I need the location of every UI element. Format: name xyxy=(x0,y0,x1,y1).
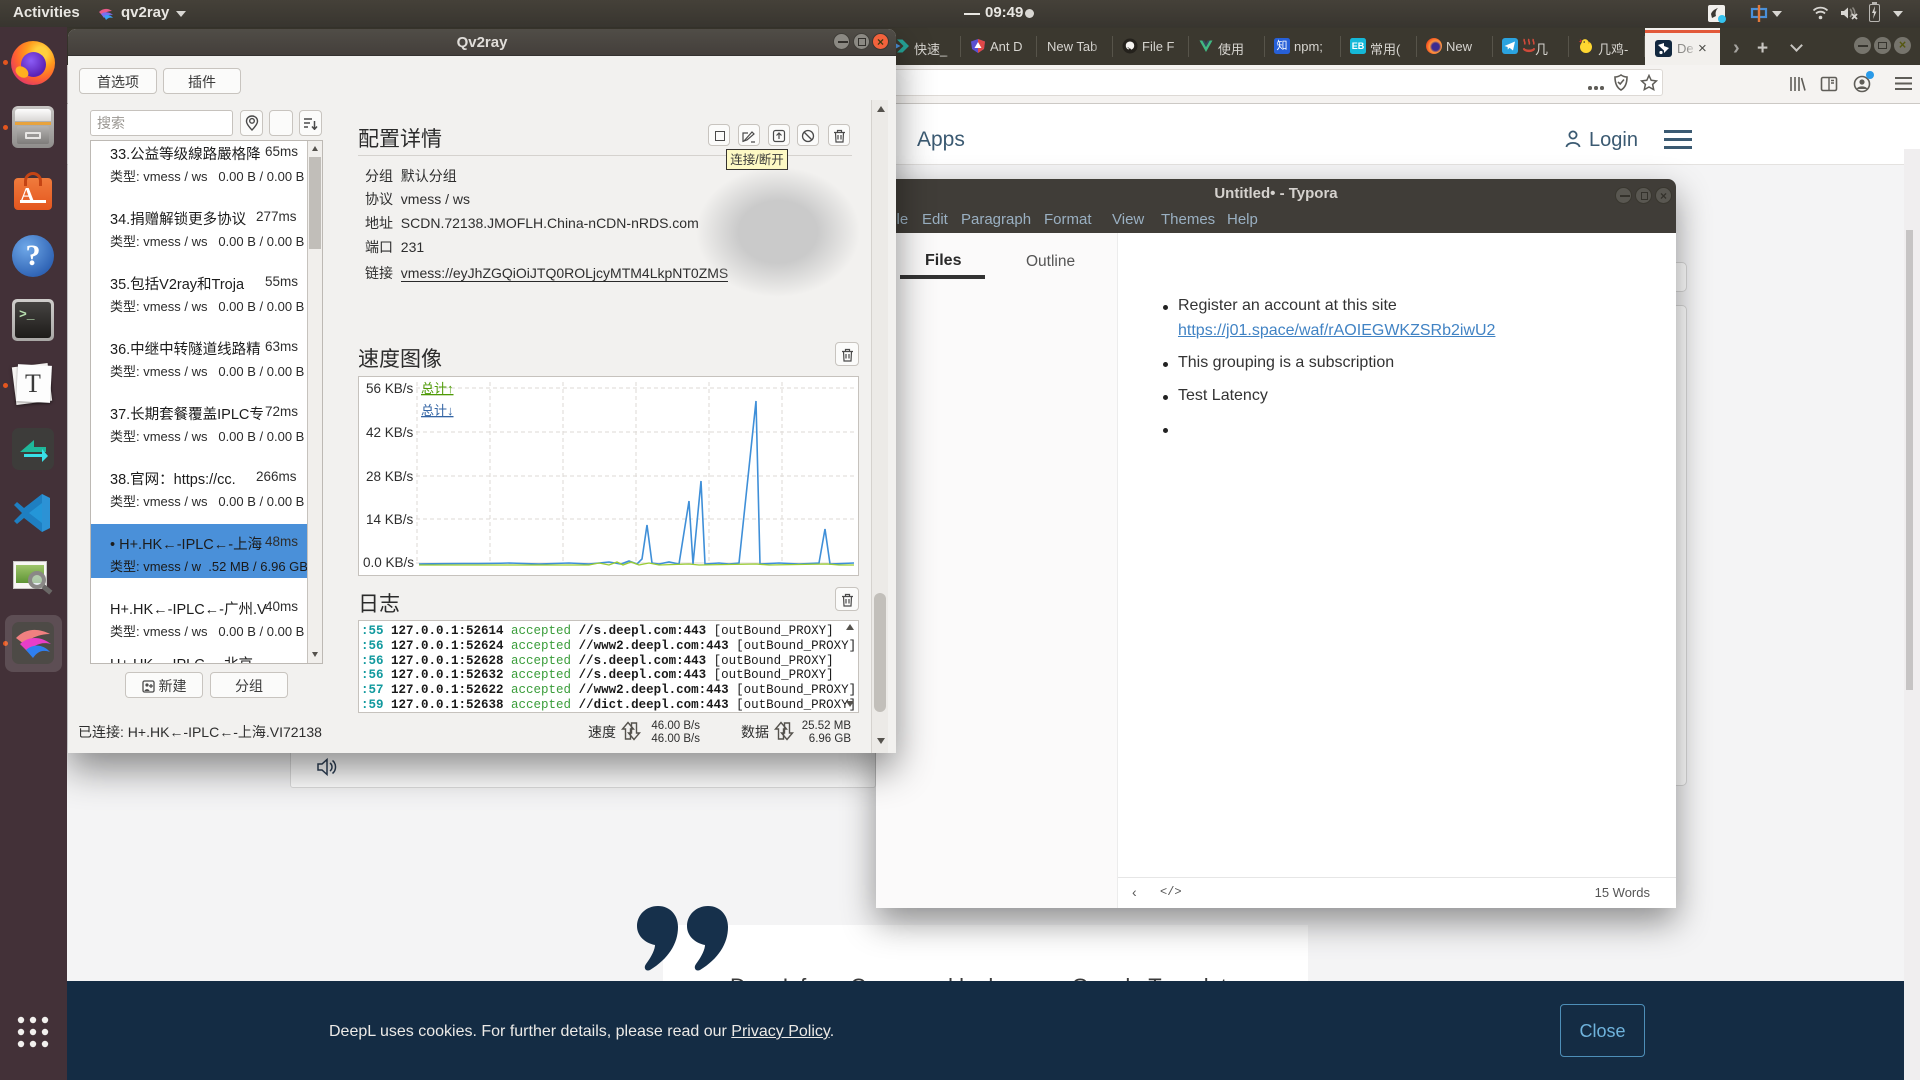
svg-text:14 KB/s: 14 KB/s xyxy=(366,512,414,527)
svg-text:28 KB/s: 28 KB/s xyxy=(366,469,414,484)
svg-text:总计↓: 总计↓ xyxy=(421,403,454,418)
svg-text:42 KB/s: 42 KB/s xyxy=(366,425,414,440)
svg-text:56 KB/s: 56 KB/s xyxy=(366,381,414,396)
svg-text:总计↑: 总计↑ xyxy=(421,381,454,396)
svg-text:0.0 KB/s: 0.0 KB/s xyxy=(363,555,414,570)
